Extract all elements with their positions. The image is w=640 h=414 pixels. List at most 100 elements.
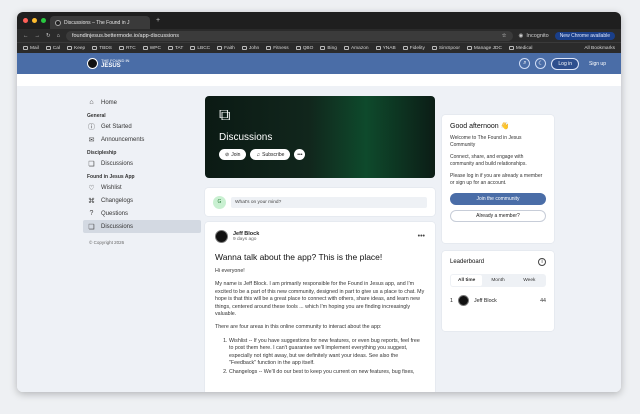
post-paragraph: There are four areas in this online comm… (215, 324, 382, 331)
sidebar-section-app: Found in Jesus App (87, 174, 135, 180)
browser-tab[interactable]: Discussions – The Found in J (50, 16, 150, 29)
bookmark-item[interactable]: Cal (45, 45, 60, 51)
bookmark-item[interactable]: Manage JDC (466, 46, 502, 51)
forward-arrow-icon[interactable]: → (35, 33, 41, 39)
bookmark-item[interactable]: John (241, 45, 260, 51)
join-community-button[interactable]: Join the community (450, 193, 546, 205)
bookmark-label: Cal (52, 45, 60, 51)
sidebar-item-app-discussions[interactable]: ❏ Discussions (83, 220, 201, 233)
leaderboard-row[interactable]: 1 Jeff Block 44 (450, 295, 546, 306)
sidebar-item-label: Changelogs (101, 197, 134, 204)
avatar (457, 295, 469, 306)
bookmark-label: John (248, 45, 260, 51)
all-bookmarks-button[interactable]: All Bookmarks (584, 46, 615, 51)
space-hero-banner: ⧉ Discussions ⊘ Join ♫ Subscribe ••• (205, 96, 435, 178)
folder-icon (190, 46, 196, 50)
bookmark-label: Mail (30, 45, 39, 51)
url-text: foundinjesus.bettermode.io/app-discussio… (71, 32, 179, 39)
welcome-text: Welcome to The Found in Jesus Community (450, 135, 522, 148)
more-options-button[interactable]: ••• (294, 149, 306, 160)
bookmark-item[interactable]: Bing (320, 46, 337, 51)
info-icon[interactable]: i (538, 258, 546, 266)
folder-icon (217, 46, 223, 50)
composer-input[interactable]: What's on your mind? (231, 196, 427, 208)
login-button[interactable]: Log in (551, 57, 580, 70)
bookmark-item[interactable]: QBO (295, 46, 313, 51)
chat-bubbles-icon: ❏ (88, 223, 95, 231)
bookmark-label: Fidelity (409, 45, 425, 51)
bookmark-item[interactable]: Fitness (266, 46, 289, 51)
leaderboard-title: Leaderboard (450, 259, 485, 265)
join-button[interactable]: ⊘ Join (219, 149, 247, 160)
post-title[interactable]: Wanna talk about the app? This is the pl… (215, 252, 425, 262)
check-circle-icon: ⊘ (225, 151, 230, 158)
url-field[interactable]: foundinjesus.bettermode.io/app-discussio… (65, 30, 513, 41)
post-card: Jeff Block 9 days ago ••• Wanna talk abo… (205, 222, 435, 392)
sidebar-item-discipleship-discussions[interactable]: ❏ Discussions (83, 157, 201, 170)
sidebar-item-home[interactable]: ⌂ Home (83, 96, 201, 109)
bookmark-item[interactable]: Mail (23, 46, 39, 51)
bookmark-item[interactable]: Amazon (343, 46, 369, 51)
signup-button[interactable]: Sign up (584, 59, 611, 69)
sidebar-item-questions[interactable]: ? Questions (83, 207, 201, 220)
folder-icon (320, 46, 326, 50)
dark-mode-moon-icon[interactable]: ☾ (535, 58, 547, 69)
back-arrow-icon[interactable]: ← (23, 33, 29, 39)
site-logo[interactable]: THE FOUND IN JESUS (87, 58, 129, 69)
sidebar-item-get-started[interactable]: ⓘ Get Started (83, 120, 201, 133)
copyright-text: © Copyright 2026 (89, 240, 125, 245)
new-chrome-button[interactable]: New Chrome available (554, 31, 615, 40)
sidebar-item-wishlist[interactable]: ♡ Wishlist (83, 181, 201, 194)
new-tab-button[interactable]: + (156, 17, 160, 24)
bookmark-label: TAT (174, 45, 184, 51)
already-member-button[interactable]: Already a member? (450, 210, 546, 222)
tab-week[interactable]: Week (514, 275, 545, 286)
bookmark-label: WPC (149, 45, 161, 51)
bookmark-label: Medical (515, 45, 533, 51)
bookmark-item[interactable]: WPC (142, 45, 161, 51)
sidebar-item-changelogs[interactable]: ⌘ Changelogs (83, 194, 201, 207)
folder-icon (67, 46, 72, 50)
close-window-button[interactable] (23, 18, 28, 23)
sidebar-item-announcements[interactable]: ✉ Announcements (83, 133, 201, 146)
site-favicon-icon (55, 19, 61, 26)
tab-month[interactable]: Month (482, 275, 513, 286)
author-avatar[interactable] (215, 230, 228, 243)
folder-icon (402, 46, 408, 50)
folder-icon (142, 46, 148, 50)
bookmark-label: YNAB (382, 45, 396, 51)
bookmark-item[interactable]: Medical (508, 45, 533, 51)
incognito-indicator[interactable]: ◉ Incognito (519, 33, 549, 39)
home-icon: ⌂ (89, 99, 94, 106)
chat-bubbles-icon: ⧉ (219, 107, 231, 124)
welcome-card: Good afternoon 👋 Welcome to The Found in… (442, 115, 554, 243)
bookmark-item[interactable]: SimSpoor (431, 46, 460, 51)
bookmark-item[interactable]: RTC (119, 46, 136, 51)
post-time[interactable]: 9 days ago (233, 237, 259, 242)
bell-icon: ♫ (256, 151, 261, 158)
maximize-window-button[interactable] (41, 18, 46, 23)
bookmark-star-icon[interactable]: ☆ (502, 33, 507, 39)
bookmark-item[interactable]: YNAB (375, 45, 396, 51)
site-header: THE FOUND IN JESUS ⌕ ☾ Log in Sign up (17, 53, 621, 74)
bookmark-item[interactable]: Faith (217, 46, 235, 51)
bookmark-label: Faith (224, 45, 235, 51)
incognito-icon: ◉ (518, 32, 524, 39)
tab-all-time[interactable]: All time (451, 275, 483, 286)
home-icon[interactable]: ⌂ (57, 33, 60, 39)
space-title: Discussions (219, 132, 273, 143)
minimize-window-button[interactable] (32, 18, 37, 23)
bookmark-item[interactable]: Fidelity (402, 45, 425, 51)
chat-bubbles-icon: ❏ (88, 160, 95, 168)
subscribe-button[interactable]: ♫ Subscribe (250, 149, 291, 160)
bookmark-item[interactable]: LBCC (190, 46, 210, 51)
folder-icon (23, 46, 28, 50)
bookmark-item[interactable]: Keep (67, 46, 85, 51)
bookmark-item[interactable]: TAT (167, 45, 184, 51)
sidebar-item-label: Home (101, 99, 118, 106)
post-more-options-button[interactable]: ••• (418, 233, 425, 240)
reload-icon[interactable]: ↻ (46, 33, 51, 39)
bookmark-item[interactable]: TBDS (92, 46, 112, 51)
search-icon[interactable]: ⌕ (519, 58, 531, 69)
rank: 1 (450, 297, 453, 304)
